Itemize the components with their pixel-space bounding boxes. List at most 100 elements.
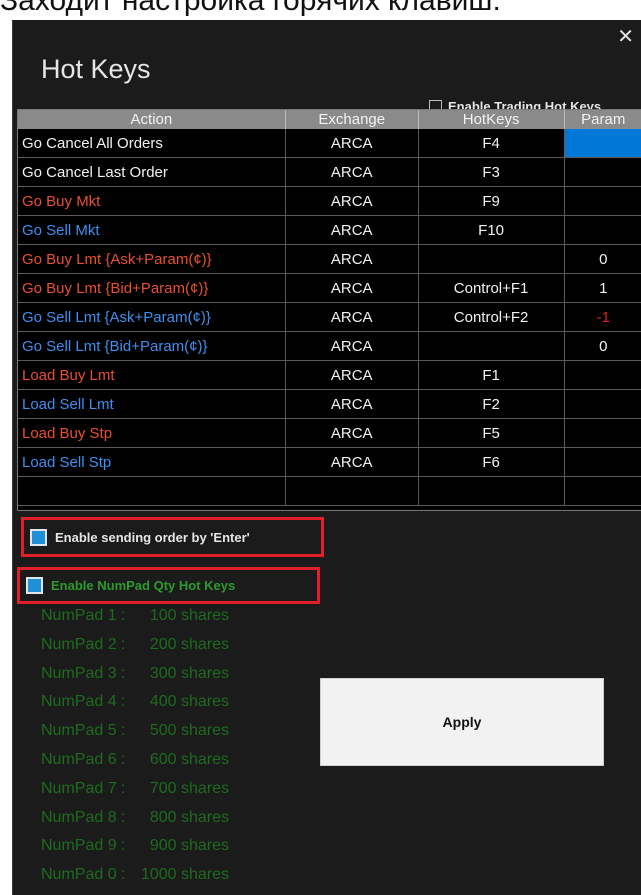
- cell-hotkey[interactable]: Control+F1: [418, 273, 565, 303]
- cell-exchange[interactable]: ARCA: [285, 418, 419, 448]
- cell-hotkey[interactable]: F2: [418, 389, 565, 419]
- numpad-shares-value[interactable]: 200 shares: [139, 631, 229, 660]
- numpad-row: NumPad 2 : 200 shares: [41, 631, 229, 660]
- table-row[interactable]: Go Cancel All Orders ARCA F4: [18, 129, 641, 158]
- cell-hotkey[interactable]: F3: [418, 157, 565, 187]
- cell-param[interactable]: [564, 418, 641, 448]
- cell-param[interactable]: [564, 447, 641, 477]
- numpad-shares-value[interactable]: 700 shares: [139, 775, 229, 804]
- cell-action[interactable]: Go Buy Lmt {Bid+Param(¢)}: [18, 273, 286, 303]
- table-row[interactable]: Load Sell Lmt ARCA F2: [18, 389, 641, 419]
- cell-action[interactable]: Go Sell Lmt {Bid+Param(¢)}: [18, 331, 286, 361]
- table-row[interactable]: Load Buy Lmt ARCA F1: [18, 360, 641, 390]
- window-title: Hot Keys: [41, 54, 151, 84]
- cell-action[interactable]: Go Cancel Last Order: [18, 157, 286, 187]
- cell-exchange[interactable]: ARCA: [285, 129, 419, 158]
- cell-exchange[interactable]: ARCA: [285, 273, 419, 303]
- numpad-shares-value[interactable]: 500 shares: [139, 717, 229, 746]
- numpad-row: NumPad 8 : 800 shares: [41, 804, 229, 833]
- cell-exchange[interactable]: ARCA: [285, 215, 419, 245]
- cell-param[interactable]: [564, 215, 641, 245]
- cell-param[interactable]: 1: [564, 273, 641, 303]
- numpad-shares-value[interactable]: 300 shares: [139, 660, 229, 689]
- cell-action[interactable]: Go Sell Mkt: [18, 215, 286, 245]
- cell-empty: [285, 506, 418, 511]
- cell-hotkey[interactable]: F4: [418, 129, 565, 158]
- cell-exchange[interactable]: ARCA: [285, 157, 419, 187]
- table-row[interactable]: Go Buy Lmt {Ask+Param(¢)} ARCA 0: [18, 244, 641, 274]
- cell-exchange[interactable]: ARCA: [285, 360, 419, 390]
- checkbox-checked-icon[interactable]: [30, 528, 47, 546]
- cell-empty: [18, 506, 285, 511]
- cell-hotkey[interactable]: [418, 331, 565, 361]
- cell-param[interactable]: [564, 186, 641, 216]
- checkbox-checked-icon[interactable]: [26, 577, 43, 594]
- cell-action[interactable]: Go Buy Mkt: [18, 186, 286, 216]
- numpad-row: NumPad 0 : 1000 shares: [41, 861, 229, 890]
- cell-exchange[interactable]: ARCA: [285, 331, 419, 361]
- cell-param[interactable]: 0: [564, 331, 641, 361]
- numpad-row: NumPad 6 : 600 shares: [41, 746, 229, 775]
- table-row-empty: [18, 476, 641, 506]
- numpad-shares-value[interactable]: 1000 shares: [139, 861, 229, 890]
- numpad-key-label: NumPad 1 :: [41, 607, 126, 624]
- cell-hotkey[interactable]: F5: [418, 418, 565, 448]
- cell-exchange[interactable]: ARCA: [285, 302, 419, 332]
- table-row[interactable]: Go Buy Lmt {Bid+Param(¢)} ARCA Control+F1 1: [18, 273, 641, 303]
- numpad-row: NumPad 7 : 700 shares: [41, 775, 229, 804]
- close-icon[interactable]: ✕: [617, 24, 634, 48]
- column-header-exchange[interactable]: Exchange: [285, 110, 419, 129]
- cell-action[interactable]: Load Sell Stp: [18, 447, 286, 477]
- cell-param[interactable]: -1: [564, 302, 641, 332]
- cell-action[interactable]: Go Buy Lmt {Ask+Param(¢)}: [18, 244, 286, 274]
- column-header-hotkeys[interactable]: HotKeys: [418, 110, 565, 129]
- cell-exchange[interactable]: ARCA: [285, 244, 419, 274]
- table-row[interactable]: Go Cancel Last Order ARCA F3: [18, 157, 641, 187]
- numpad-row: NumPad 3 : 300 shares: [41, 660, 229, 689]
- cell-hotkey[interactable]: F10: [418, 215, 565, 245]
- table-row[interactable]: Go Sell Mkt ARCA F10: [18, 215, 641, 245]
- cell-action[interactable]: Load Buy Stp: [18, 418, 286, 448]
- table-row[interactable]: Go Sell Lmt {Bid+Param(¢)} ARCA 0: [18, 331, 641, 361]
- cell-hotkey[interactable]: F9: [418, 186, 565, 216]
- cell-action[interactable]: Load Sell Lmt: [18, 389, 286, 419]
- apply-button[interactable]: Apply: [320, 678, 604, 766]
- enable-enter-send-label: Enable sending order by 'Enter': [55, 529, 250, 545]
- cell-empty: [18, 476, 286, 506]
- numpad-row: NumPad 5 : 500 shares: [41, 717, 229, 746]
- cell-action[interactable]: Go Cancel All Orders: [18, 129, 286, 158]
- numpad-shares-value[interactable]: 900 shares: [139, 832, 229, 861]
- numpad-key-label: NumPad 5 :: [41, 722, 126, 740]
- cell-param[interactable]: [564, 389, 641, 419]
- cell-param[interactable]: [564, 129, 641, 158]
- cell-exchange[interactable]: ARCA: [285, 186, 419, 216]
- column-header-param[interactable]: Param: [564, 110, 641, 129]
- column-header-action[interactable]: Action: [18, 110, 286, 129]
- cell-exchange[interactable]: ARCA: [285, 447, 419, 477]
- table-row[interactable]: Go Sell Lmt {Ask+Param(¢)} ARCA Control+F2…: [18, 302, 641, 332]
- numpad-shares-value[interactable]: 600 shares: [139, 746, 229, 775]
- cell-hotkey[interactable]: F6: [418, 447, 565, 477]
- table-row[interactable]: Load Sell Stp ARCA F6: [18, 447, 641, 477]
- cell-param[interactable]: [564, 157, 641, 187]
- cell-exchange[interactable]: ARCA: [285, 389, 419, 419]
- top-caption: Заходит настройка горячих клавиш:: [0, 0, 501, 17]
- table-row[interactable]: Go Buy Mkt ARCA F9: [18, 186, 641, 216]
- cell-hotkey[interactable]: Control+F2: [418, 302, 565, 332]
- numpad-shares-value[interactable]: 100 shares: [139, 602, 229, 631]
- cell-param[interactable]: [564, 360, 641, 390]
- numpad-key-label: NumPad 6 :: [41, 750, 126, 768]
- cell-action[interactable]: Load Buy Lmt: [18, 360, 286, 390]
- numpad-shares-value[interactable]: 400 shares: [139, 688, 229, 717]
- cell-param[interactable]: 0: [564, 244, 641, 274]
- numpad-key-label: NumPad 2 :: [41, 635, 126, 653]
- enable-numpad-option[interactable]: Enable NumPad Qty Hot Keys: [17, 567, 320, 604]
- table-row-empty: [18, 506, 641, 511]
- table-row[interactable]: Load Buy Stp ARCA F5: [18, 418, 641, 448]
- numpad-key-label: NumPad 4 :: [41, 693, 126, 711]
- numpad-shares-value[interactable]: 800 shares: [139, 804, 229, 833]
- cell-hotkey[interactable]: F1: [418, 360, 565, 390]
- cell-hotkey[interactable]: [418, 244, 565, 274]
- cell-action[interactable]: Go Sell Lmt {Ask+Param(¢)}: [18, 302, 286, 332]
- enable-enter-send-option[interactable]: Enable sending order by 'Enter': [21, 517, 324, 557]
